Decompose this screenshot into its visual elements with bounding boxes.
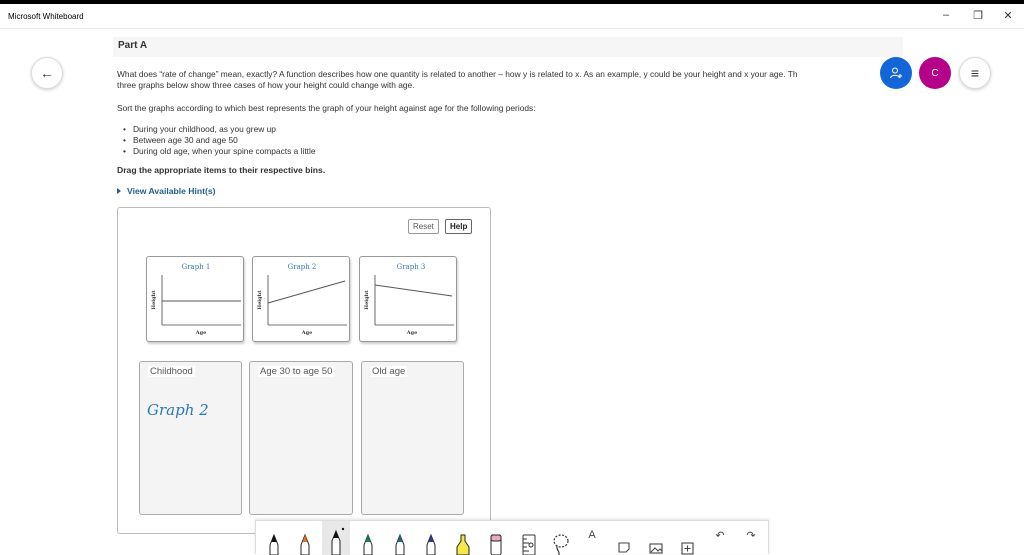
part-header-bar bbox=[113, 37, 903, 57]
part-label: Part A bbox=[118, 40, 148, 51]
app-title: Microsoft Whiteboard bbox=[8, 11, 84, 21]
pen-green-tool[interactable] bbox=[354, 521, 382, 555]
pen-selected-tool[interactable] bbox=[322, 521, 350, 555]
minimize-button[interactable]: – bbox=[931, 4, 961, 26]
reset-label: Reset bbox=[413, 222, 434, 231]
text-tool-icon: A bbox=[588, 529, 596, 541]
help-label: Help bbox=[450, 222, 468, 231]
back-button[interactable]: ← bbox=[31, 57, 63, 89]
graph-1-plot: Graph 1 Height Age bbox=[151, 263, 241, 336]
title-separator bbox=[0, 28, 1024, 29]
list-item: During old age, when your spine compacts… bbox=[123, 146, 315, 157]
image-icon bbox=[649, 543, 663, 554]
avatar[interactable]: C bbox=[919, 57, 951, 89]
pen-icon bbox=[331, 527, 345, 555]
eraser-tool[interactable] bbox=[482, 521, 510, 555]
menu-button[interactable]: ≡ bbox=[959, 57, 991, 89]
x-axis-label: Age bbox=[195, 330, 207, 336]
image-tool[interactable] bbox=[642, 521, 670, 555]
graph-line bbox=[267, 280, 346, 304]
bin-childhood[interactable]: Childhood bbox=[139, 361, 242, 515]
close-button[interactable]: ✕ bbox=[993, 4, 1023, 26]
handwritten-note[interactable]: Graph 2 bbox=[147, 401, 209, 419]
drawing-toolbar: A ↶ ↷ bbox=[255, 520, 769, 555]
back-arrow-icon: ← bbox=[40, 65, 54, 81]
title-bar: Microsoft Whiteboard bbox=[0, 0, 1024, 28]
pen-icon bbox=[363, 533, 373, 555]
graph-card-3[interactable]: Graph 3 Height Age bbox=[359, 256, 457, 342]
hint-link[interactable]: View Available Hint(s) bbox=[117, 186, 216, 196]
pen-icon bbox=[269, 533, 279, 555]
y-axis-label: Height bbox=[364, 290, 370, 310]
undo-icon: ↶ bbox=[715, 530, 725, 542]
redo-button[interactable]: ↷ bbox=[737, 521, 765, 555]
eraser-icon bbox=[490, 534, 502, 555]
hamburger-icon: ≡ bbox=[970, 65, 980, 81]
person-add-icon bbox=[889, 67, 902, 79]
list-item: Between age 30 and age 50 bbox=[123, 135, 316, 146]
bin-age-30-to-50[interactable]: Age 30 to age 50 bbox=[249, 361, 353, 515]
question-text: What does “rate of change” mean, exactly… bbox=[117, 69, 887, 91]
drag-instruction: Drag the appropriate items to their resp… bbox=[117, 165, 326, 175]
graph-title: Graph 1 bbox=[182, 263, 211, 271]
period-list: During your childhood, as you grew up Be… bbox=[123, 124, 316, 157]
bin-old-age[interactable]: Old age bbox=[361, 361, 464, 515]
pen-teal-tool[interactable] bbox=[386, 521, 414, 555]
avatar-initial: C bbox=[931, 67, 939, 79]
reset-button[interactable]: Reset bbox=[408, 219, 439, 234]
graph-2-plot: Graph 2 Height Age bbox=[257, 263, 347, 336]
pen-orange-tool[interactable] bbox=[291, 521, 319, 555]
x-axis-label: Age bbox=[406, 330, 418, 336]
graph-3-plot: Graph 3 Height Age bbox=[364, 263, 454, 336]
pen-icon bbox=[300, 533, 310, 555]
list-item: During your childhood, as you grew up bbox=[123, 124, 316, 135]
undo-button[interactable]: ↶ bbox=[706, 521, 734, 555]
pen-icon bbox=[426, 533, 436, 555]
pen-navy-tool[interactable] bbox=[417, 521, 445, 555]
pen-black-tool[interactable] bbox=[260, 521, 288, 555]
highlighter-icon bbox=[456, 534, 470, 555]
graph-line bbox=[374, 284, 453, 297]
pen-icon bbox=[395, 533, 405, 555]
text-tool[interactable]: A bbox=[578, 521, 606, 555]
help-button[interactable]: Help bbox=[445, 219, 473, 234]
lasso-tool[interactable] bbox=[547, 521, 575, 555]
graph-title: Graph 2 bbox=[288, 263, 317, 271]
highlighter-tool[interactable] bbox=[449, 521, 477, 555]
sort-instruction: Sort the graphs according to which best … bbox=[117, 103, 536, 113]
lasso-icon bbox=[553, 534, 569, 555]
question-line-1: What does “rate of change” mean, exactly… bbox=[117, 69, 798, 79]
hint-link-label: View Available Hint(s) bbox=[127, 186, 216, 196]
insert-tool[interactable] bbox=[674, 521, 702, 555]
x-axis-label: Age bbox=[301, 330, 313, 336]
add-box-icon bbox=[681, 542, 694, 555]
question-line-2: three graphs below show three cases of h… bbox=[117, 80, 415, 90]
redo-icon: ↷ bbox=[746, 530, 756, 542]
bin-label: Age 30 to age 50 bbox=[258, 366, 335, 377]
ruler-tool[interactable] bbox=[515, 521, 543, 555]
ruler-icon bbox=[522, 534, 536, 555]
sticky-note-icon bbox=[618, 542, 630, 553]
bin-label: Childhood bbox=[148, 366, 195, 377]
expand-triangle-icon bbox=[117, 188, 121, 194]
y-axis-label: Height bbox=[151, 290, 157, 310]
y-axis-label: Height bbox=[257, 290, 263, 310]
graph-card-1[interactable]: Graph 1 Height Age bbox=[146, 256, 244, 342]
graph-title: Graph 3 bbox=[397, 263, 426, 271]
note-tool[interactable] bbox=[610, 521, 638, 555]
graph-card-2[interactable]: Graph 2 Height Age bbox=[252, 256, 350, 342]
restore-button[interactable]: ❐ bbox=[963, 4, 993, 26]
bin-label: Old age bbox=[370, 366, 408, 377]
